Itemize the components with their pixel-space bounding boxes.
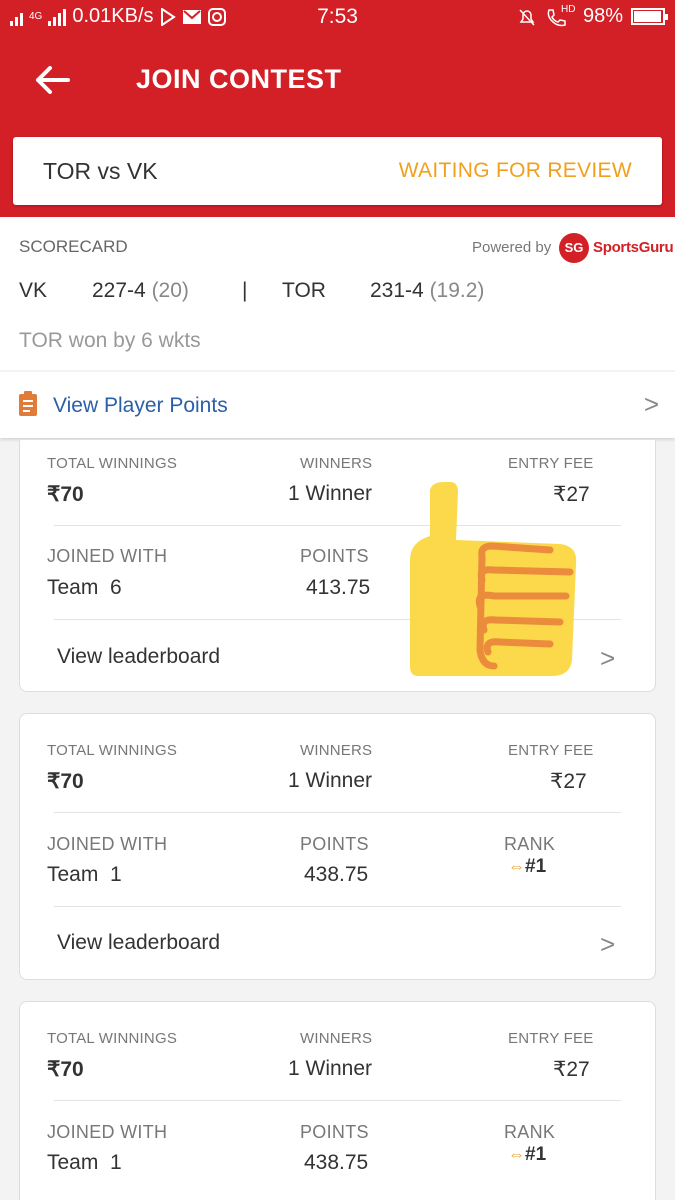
- match-result: TOR won by 6 wkts: [19, 329, 201, 352]
- total-winnings-value: ₹70: [47, 1058, 84, 1081]
- view-player-points-row[interactable]: View Player Points >: [0, 372, 675, 438]
- team2-overs: (19.2): [429, 279, 485, 302]
- page-title: JOIN CONTEST: [136, 64, 342, 94]
- scorecard: SCORECARD Powered by SG SportsGuru VK 22…: [0, 217, 675, 370]
- contest-card: TOTAL WINNINGS WINNERS ENTRY FEE ₹70 1 W…: [19, 713, 656, 980]
- view-leaderboard-link[interactable]: View leaderboard: [57, 931, 220, 955]
- rank-number: #1: [525, 1144, 547, 1165]
- powered-by-label: Powered by: [472, 239, 552, 256]
- match-status: WAITING FOR REVIEW: [398, 159, 632, 182]
- status-right: HD 98%: [517, 3, 668, 28]
- winners-value: 1 Winner: [288, 482, 373, 505]
- rank-label: RANK: [504, 834, 556, 854]
- team1-score: 227-4 (20): [92, 279, 189, 303]
- joined-team-value: Team 1: [47, 1151, 122, 1174]
- sportsguru-logo: SG: [559, 233, 589, 263]
- match-card: TOR vs VK WAITING FOR REVIEW: [13, 137, 662, 205]
- status-bar: 4G 0.01KB/s 7:53 HD 98%: [0, 0, 675, 34]
- rank-value: ⇔#1: [508, 856, 546, 878]
- total-winnings-label: TOTAL WINNINGS: [47, 742, 178, 759]
- match-teams: TOR vs VK: [43, 158, 158, 184]
- points-label: POINTS: [300, 834, 369, 854]
- rank-value: ⇔#1: [508, 1144, 546, 1166]
- rank-arrows-icon: ⇔: [508, 1145, 525, 1164]
- battery-percent: 98%: [582, 5, 623, 27]
- rank-number: #1: [525, 856, 547, 877]
- rank-arrows-icon: ⇔: [508, 857, 525, 876]
- team2-name: TOR: [282, 279, 326, 302]
- team2-runs: 231-4: [370, 279, 424, 302]
- app-header: JOIN CONTEST TOR vs VK WAITING FOR REVIE…: [0, 34, 675, 217]
- joined-with-label: JOINED WITH: [47, 834, 168, 854]
- team1-runs: 227-4: [92, 279, 146, 302]
- sportsguru-brand: SportsGuru: [593, 239, 674, 256]
- total-winnings-value: ₹70: [47, 483, 84, 506]
- entry-fee-label: ENTRY FEE: [508, 455, 594, 472]
- winners-label: WINNERS: [300, 742, 373, 759]
- divider: [54, 906, 621, 907]
- total-winnings-label: TOTAL WINNINGS: [47, 1030, 178, 1047]
- team1-overs: (20): [151, 279, 189, 302]
- points-value: 438.75: [304, 863, 369, 886]
- view-leaderboard-link[interactable]: View leaderboard: [57, 645, 220, 669]
- total-winnings-value: ₹70: [47, 770, 84, 793]
- joined-team-value: Team 1: [47, 863, 122, 886]
- rank-label: RANK: [504, 1122, 556, 1142]
- thumbs-up-emoji: [410, 482, 577, 676]
- entry-fee-value: ₹27: [553, 1058, 590, 1081]
- points-label: POINTS: [300, 546, 369, 566]
- joined-with-label: JOINED WITH: [47, 1122, 168, 1142]
- contest-card: TOTAL WINNINGS WINNERS ENTRY FEE ₹70 1 W…: [19, 1001, 656, 1200]
- points-label: POINTS: [300, 1122, 369, 1142]
- winners-value: 1 Winner: [288, 1057, 373, 1080]
- hd-label: HD: [560, 3, 576, 15]
- entry-fee-value: ₹27: [550, 770, 587, 793]
- points-value: 438.75: [304, 1151, 369, 1174]
- score-separator: |: [242, 279, 248, 302]
- entry-fee-label: ENTRY FEE: [508, 742, 594, 759]
- scorecard-label: SCORECARD: [19, 237, 128, 256]
- chevron-right-icon[interactable]: >: [600, 929, 615, 960]
- team1-name: VK: [19, 279, 48, 302]
- clipboard-icon: [19, 391, 37, 416]
- team2-score: 231-4 (19.2): [370, 279, 484, 303]
- phone-hd-icon: HD: [545, 3, 576, 28]
- divider: [54, 1100, 621, 1101]
- joined-with-label: JOINED WITH: [47, 546, 168, 566]
- bell-mute-icon: [519, 8, 535, 26]
- battery-level: [634, 11, 661, 22]
- battery-icon: [631, 8, 668, 25]
- chevron-right-icon[interactable]: >: [600, 643, 615, 674]
- points-value: 413.75: [306, 576, 371, 599]
- divider: [54, 812, 621, 813]
- back-arrow-icon[interactable]: [32, 60, 72, 100]
- view-player-points-link[interactable]: View Player Points: [53, 394, 228, 418]
- winners-label: WINNERS: [300, 1030, 373, 1047]
- winners-value: 1 Winner: [288, 769, 373, 792]
- entry-fee-label: ENTRY FEE: [508, 1030, 594, 1047]
- joined-team-value: Team 6: [47, 576, 122, 599]
- chevron-right-icon: >: [643, 389, 659, 419]
- winners-label: WINNERS: [300, 455, 373, 472]
- total-winnings-label: TOTAL WINNINGS: [47, 455, 178, 472]
